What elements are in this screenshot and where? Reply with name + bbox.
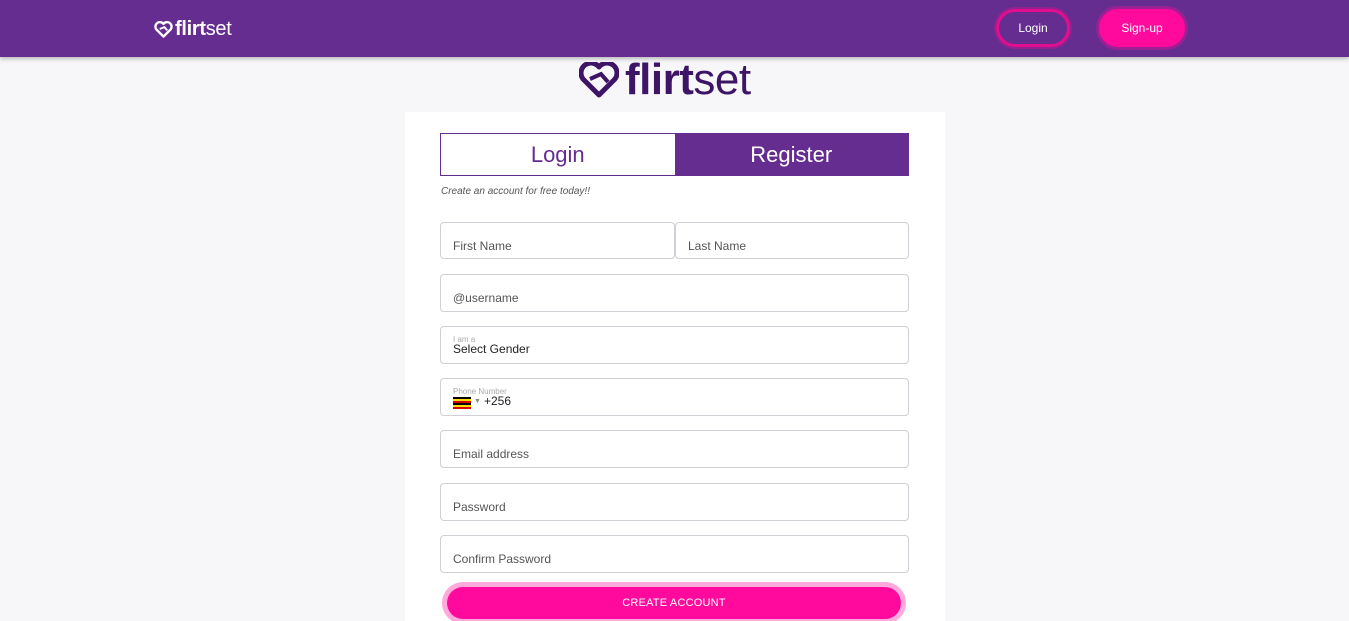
page-logo-text: flirtset — [625, 55, 751, 104]
chevron-down-icon[interactable]: ▼ — [474, 398, 481, 405]
tab-register[interactable]: Register — [674, 134, 908, 175]
create-account-button[interactable]: CREATE ACCOUNT — [447, 587, 901, 619]
first-name-field[interactable]: First Name — [440, 222, 675, 259]
navbar-brand-text: flirtset — [175, 17, 232, 40]
auth-tabs: Login Register — [440, 133, 909, 176]
last-name-placeholder: Last Name — [688, 239, 747, 253]
username-placeholder: @username — [453, 291, 519, 305]
confirm-password-placeholder: Confirm Password — [453, 552, 552, 566]
top-navbar: flirtset Login Sign-up — [0, 0, 1349, 57]
confirm-password-field[interactable]: Confirm Password — [440, 535, 909, 573]
header-signup-button[interactable]: Sign-up — [1099, 9, 1185, 47]
first-name-placeholder: First Name — [453, 239, 512, 253]
gender-value: Select Gender — [453, 342, 530, 356]
gender-select[interactable]: I am a Select Gender — [440, 326, 909, 364]
username-field[interactable]: @username — [440, 274, 909, 312]
password-placeholder: Password — [453, 500, 506, 514]
email-placeholder: Email address — [453, 447, 530, 461]
page-logo: flirtset — [579, 55, 751, 104]
heart-logo-icon — [154, 20, 173, 38]
password-field[interactable]: Password — [440, 483, 909, 521]
navbar-brand[interactable]: flirtset — [154, 17, 232, 41]
phone-field[interactable]: Phone Number ▼ +256 — [440, 378, 909, 416]
tab-login[interactable]: Login — [441, 134, 675, 175]
heart-logo-icon — [579, 62, 619, 98]
phone-code-value: +256 — [484, 394, 512, 408]
email-field[interactable]: Email address — [440, 430, 909, 468]
register-tagline: Create an account for free today!! — [441, 186, 590, 197]
header-login-button[interactable]: Login — [996, 9, 1070, 47]
last-name-field[interactable]: Last Name — [675, 222, 909, 259]
uganda-flag-icon[interactable] — [453, 397, 471, 409]
